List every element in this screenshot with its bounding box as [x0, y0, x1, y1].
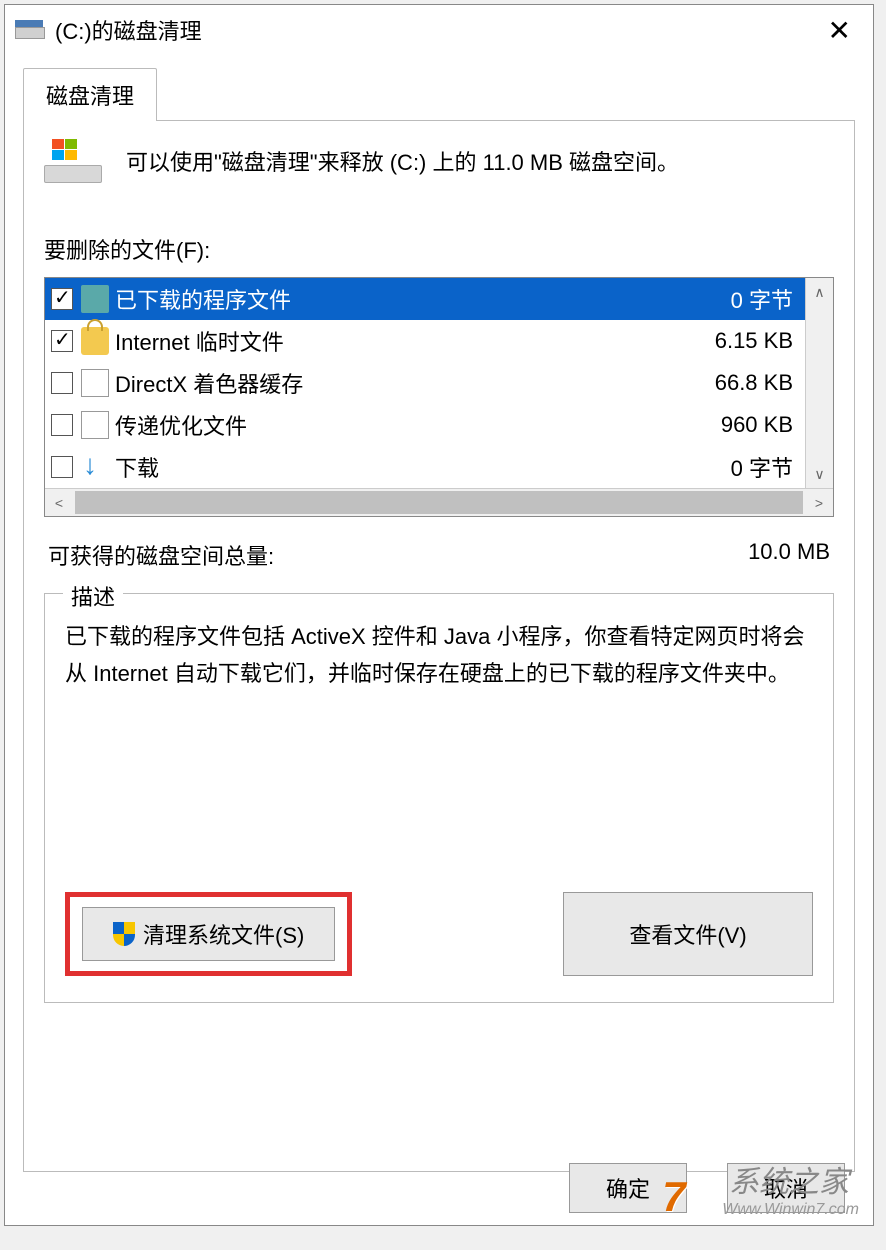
scroll-right-icon[interactable]: > — [805, 489, 833, 516]
gain-value: 10.0 MB — [748, 539, 830, 571]
checkbox[interactable] — [51, 288, 73, 310]
titlebar: (C:)的磁盘清理 ✕ — [5, 5, 873, 55]
file-row[interactable]: 已下载的程序文件0 字节 — [45, 278, 805, 320]
tab-content: 可以使用"磁盘清理"来释放 (C:) 上的 11.0 MB 磁盘空间。 要删除的… — [23, 120, 855, 1172]
checkbox[interactable] — [51, 456, 73, 478]
file-size: 66.8 KB — [715, 370, 799, 396]
highlight-red-box: 清理系统文件(S) — [65, 892, 352, 976]
file-size: 0 字节 — [731, 451, 799, 483]
files-to-delete-label: 要删除的文件(F): — [44, 233, 834, 265]
file-size: 0 字节 — [731, 283, 799, 315]
drive-icon — [15, 20, 47, 40]
close-button[interactable]: ✕ — [816, 10, 863, 51]
watermark-logo: 7 — [662, 1173, 685, 1221]
description-button-row: 清理系统文件(S) 查看文件(V) — [65, 892, 813, 976]
watermark-url: Www.Winwin7.com — [722, 1201, 859, 1218]
file-icon — [81, 411, 109, 439]
horizontal-scrollbar[interactable]: < > — [45, 488, 833, 516]
tab-disk-cleanup[interactable]: 磁盘清理 — [23, 68, 157, 121]
file-row[interactable]: 下载0 字节 — [45, 446, 805, 488]
arrow-icon — [81, 453, 109, 481]
window-title: (C:)的磁盘清理 — [55, 14, 202, 46]
file-name: Internet 临时文件 — [115, 325, 715, 357]
description-legend: 描述 — [63, 580, 123, 612]
clean-system-files-label: 清理系统文件(S) — [143, 918, 304, 950]
file-name: 已下载的程序文件 — [115, 283, 731, 315]
scroll-down-icon[interactable]: ∨ — [806, 460, 833, 488]
file-row[interactable]: Internet 临时文件6.15 KB — [45, 320, 805, 362]
file-row[interactable]: DirectX 着色器缓存66.8 KB — [45, 362, 805, 404]
tab-header: 磁盘清理 — [23, 67, 855, 120]
checkbox[interactable] — [51, 330, 73, 352]
scrollbar-thumb[interactable] — [75, 491, 803, 514]
file-name: 传递优化文件 — [115, 409, 721, 441]
vertical-scrollbar[interactable]: ∧ ∨ — [805, 278, 833, 488]
summary-text: 可以使用"磁盘清理"来释放 (C:) 上的 11.0 MB 磁盘空间。 — [126, 146, 679, 179]
uac-shield-icon — [113, 922, 135, 946]
summary-row: 可以使用"磁盘清理"来释放 (C:) 上的 11.0 MB 磁盘空间。 — [44, 141, 834, 183]
gain-row: 可获得的磁盘空间总量: 10.0 MB — [48, 539, 830, 571]
scroll-up-icon[interactable]: ∧ — [806, 278, 833, 306]
view-files-label: 查看文件(V) — [629, 918, 746, 950]
description-group: 描述 已下载的程序文件包括 ActiveX 控件和 Java 小程序，你查看特定… — [44, 593, 834, 1003]
lock-icon — [81, 327, 109, 355]
disk-icon — [44, 141, 104, 183]
file-size: 6.15 KB — [715, 328, 799, 354]
file-name: DirectX 着色器缓存 — [115, 367, 715, 399]
checkbox[interactable] — [51, 414, 73, 436]
file-name: 下载 — [115, 451, 731, 483]
watermark-brand: 系统之家 — [729, 1157, 849, 1201]
checkbox[interactable] — [51, 372, 73, 394]
scroll-left-icon[interactable]: < — [45, 489, 73, 516]
disk-cleanup-window: (C:)的磁盘清理 ✕ 磁盘清理 可以使用"磁盘清理"来释放 (C:) 上的 1… — [4, 4, 874, 1226]
clean-system-files-button[interactable]: 清理系统文件(S) — [82, 907, 335, 961]
file-icon — [81, 369, 109, 397]
file-row[interactable]: 传递优化文件960 KB — [45, 404, 805, 446]
file-size: 960 KB — [721, 412, 799, 438]
view-files-button[interactable]: 查看文件(V) — [563, 892, 813, 976]
description-text: 已下载的程序文件包括 ActiveX 控件和 Java 小程序，你查看特定网页时… — [65, 618, 813, 693]
file-list-body[interactable]: 已下载的程序文件0 字节Internet 临时文件6.15 KBDirectX … — [45, 278, 805, 488]
watermark: 7 系统之家 Www.Winwin7.com — [722, 1201, 859, 1219]
tab-container: 磁盘清理 可以使用"磁盘清理"来释放 (C:) 上的 11.0 MB 磁盘空间。… — [5, 55, 873, 1172]
gain-label: 可获得的磁盘空间总量: — [48, 539, 274, 571]
file-list: 已下载的程序文件0 字节Internet 临时文件6.15 KBDirectX … — [44, 277, 834, 517]
folder-icon — [81, 285, 109, 313]
